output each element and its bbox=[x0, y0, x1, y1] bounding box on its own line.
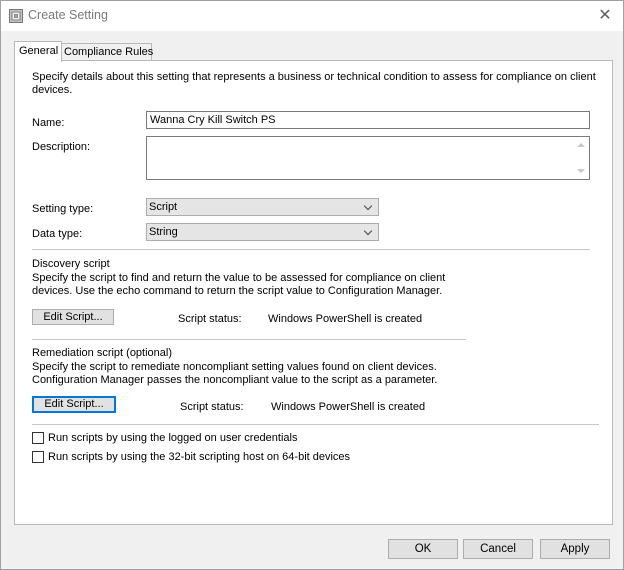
close-icon[interactable]: ✕ bbox=[593, 5, 617, 27]
discovery-status-value: Windows PowerShell is created bbox=[268, 313, 423, 325]
setting-type-label: Setting type: bbox=[32, 203, 94, 215]
description-scrollbar[interactable] bbox=[574, 137, 589, 179]
data-type-value: String bbox=[149, 226, 178, 238]
ok-button[interactable]: OK bbox=[388, 539, 458, 559]
run-logged-on-checkbox[interactable] bbox=[32, 432, 44, 444]
general-tab-panel: Specify details about this setting that … bbox=[14, 60, 613, 525]
remediation-edit-script-button[interactable]: Edit Script... bbox=[32, 396, 116, 413]
tab-general[interactable]: General bbox=[14, 41, 62, 62]
setting-type-value: Script bbox=[149, 201, 178, 213]
settings-app-icon bbox=[9, 9, 23, 23]
data-type-select[interactable]: String bbox=[146, 223, 379, 241]
remediation-heading: Remediation script (optional) bbox=[32, 347, 173, 359]
apply-button[interactable]: Apply bbox=[540, 539, 610, 559]
setting-type-select[interactable]: Script bbox=[146, 198, 379, 216]
discovery-desc-line1: Specify the script to find and return th… bbox=[32, 272, 446, 284]
scroll-up-icon[interactable] bbox=[577, 143, 585, 147]
run-32bit-checkbox[interactable] bbox=[32, 451, 44, 463]
remediation-status-value: Windows PowerShell is created bbox=[271, 401, 426, 413]
name-field-value: Wanna Cry Kill Switch PS bbox=[150, 114, 276, 126]
name-label: Name: bbox=[32, 117, 65, 129]
divider bbox=[32, 339, 466, 340]
window-title: Create Setting bbox=[28, 8, 108, 22]
run-32bit-label[interactable]: Run scripts by using the 32-bit scriptin… bbox=[48, 451, 350, 463]
name-field[interactable]: Wanna Cry Kill Switch PS bbox=[146, 111, 590, 129]
discovery-desc-line2: devices. Use the echo command to return … bbox=[32, 285, 443, 297]
discovery-edit-script-button[interactable]: Edit Script... bbox=[32, 309, 114, 325]
intro-text-line2: devices. bbox=[32, 84, 73, 96]
title-bar: Create Setting ✕ bbox=[1, 1, 623, 31]
remediation-desc-line1: Specify the script to remediate noncompl… bbox=[32, 361, 437, 373]
description-label: Description: bbox=[32, 141, 91, 153]
remediation-status-label: Script status: bbox=[180, 401, 244, 413]
cancel-button[interactable]: Cancel bbox=[463, 539, 533, 559]
discovery-heading: Discovery script bbox=[32, 258, 110, 270]
chevron-down-icon bbox=[363, 226, 373, 236]
tab-compliance-rules[interactable]: Compliance Rules bbox=[59, 43, 153, 61]
divider bbox=[32, 424, 599, 425]
discovery-status-label: Script status: bbox=[178, 313, 242, 325]
data-type-label: Data type: bbox=[32, 228, 83, 240]
run-logged-on-label[interactable]: Run scripts by using the logged on user … bbox=[48, 432, 297, 444]
chevron-down-icon bbox=[363, 201, 373, 211]
remediation-desc-line2: Configuration Manager passes the noncomp… bbox=[32, 374, 438, 386]
scroll-down-icon[interactable] bbox=[577, 169, 585, 173]
description-field[interactable] bbox=[146, 136, 590, 180]
intro-text-line1: Specify details about this setting that … bbox=[32, 71, 596, 83]
create-setting-dialog: Create Setting ✕ Compliance Rules Genera… bbox=[0, 0, 624, 570]
divider bbox=[32, 249, 590, 250]
